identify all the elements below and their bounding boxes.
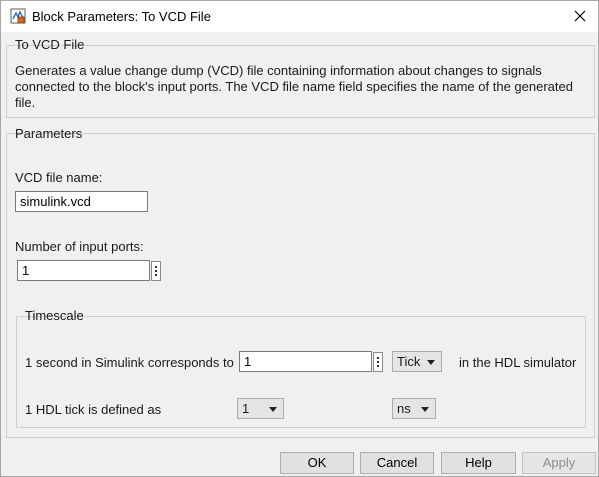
ok-button[interactable]: OK [280,452,354,474]
simulink-second-menu-button[interactable] [373,352,383,372]
vcd-file-name-label: VCD file name: [15,170,103,185]
chevron-down-icon [421,407,429,412]
vertical-ellipsis-icon [155,266,157,268]
simulink-second-input[interactable] [239,351,372,372]
vcd-file-name-input[interactable] [15,191,148,212]
simulink-block-icon [10,8,26,24]
vertical-ellipsis-icon [377,357,379,359]
hdl-tick-unit-dropdown[interactable]: ns [392,398,436,419]
window-title: Block Parameters: To VCD File [32,9,211,24]
simulink-second-unit-dropdown[interactable]: Tick [392,351,442,372]
description-group-title: To VCD File [15,37,85,52]
number-of-input-ports-label: Number of input ports: [15,239,144,254]
apply-button[interactable]: Apply [522,452,596,474]
close-icon[interactable] [567,4,593,28]
number-of-input-ports-input[interactable] [17,260,150,281]
hdl-tick-unit: ns [397,401,411,416]
hdl-tick-value: 1 [242,401,250,416]
hdl-tick-label: 1 HDL tick is defined as [25,402,162,417]
hdl-simulator-suffix-label: in the HDL simulator [459,355,577,370]
chevron-down-icon [269,407,277,412]
simulink-second-unit-value: Tick [397,354,421,369]
simulink-second-label: 1 second in Simulink corresponds to [25,355,234,370]
chevron-down-icon [427,360,435,365]
hdl-tick-value-dropdown[interactable]: 1 [237,398,284,419]
dialog-footer: OK Cancel Help Apply [1,445,598,476]
timescale-group-title: Timescale [25,308,84,323]
parameters-group-title: Parameters [15,126,83,141]
help-button[interactable]: Help [441,452,516,474]
title-bar: Block Parameters: To VCD File [1,1,598,32]
block-parameters-dialog: Block Parameters: To VCD File To VCD Fil… [0,0,599,477]
block-description: Generates a value change dump (VCD) file… [15,63,573,110]
number-of-input-ports-menu-button[interactable] [151,261,161,281]
cancel-button[interactable]: Cancel [360,452,434,474]
